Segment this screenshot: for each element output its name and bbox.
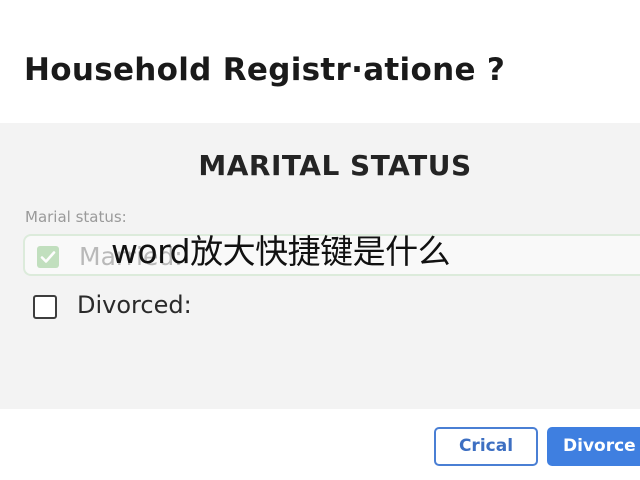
dialog-title: Household Registr·atione ? bbox=[24, 52, 506, 88]
field-label: Marial status: bbox=[25, 208, 127, 226]
option-divorced-label: Divorced: bbox=[77, 291, 192, 319]
section-heading: MARITAL STATUS bbox=[198, 149, 472, 182]
checkbox-married[interactable] bbox=[37, 246, 59, 268]
option-divorced[interactable]: Divorced: bbox=[33, 291, 293, 321]
checkmark-icon bbox=[40, 251, 56, 263]
overlay-caption: word放大快捷键是什么 bbox=[111, 232, 451, 271]
cancel-button[interactable]: Crical bbox=[434, 427, 538, 466]
divorce-button[interactable]: Divorce bbox=[547, 427, 640, 466]
checkbox-divorced[interactable] bbox=[33, 295, 57, 319]
dialog-window: Household Registr·atione ? MARITAL STATU… bbox=[0, 0, 640, 480]
